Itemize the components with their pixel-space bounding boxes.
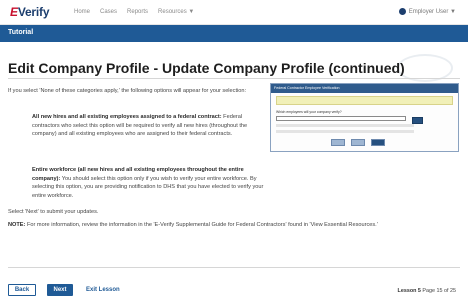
screenshot-question: Which employees will your company verify… (276, 110, 342, 114)
user-icon (398, 8, 406, 15)
screenshot-select (276, 116, 406, 121)
option-entire-workforce-body: You should select this option only if yo… (32, 175, 264, 199)
nav-home[interactable]: Home (74, 9, 90, 15)
note-text: NOTE: For more information, review the i… (8, 221, 460, 230)
title-divider (8, 78, 460, 79)
lesson-progress: Lesson 5 Page 15 of 25 (398, 288, 456, 294)
option-entire-workforce: Entire workforce (all new hires and all … (32, 166, 264, 200)
everify-logo[interactable]: EVerify (10, 5, 50, 19)
screenshot-buttons (331, 139, 385, 146)
screenshot-header-text: Federal Contractor Employee Verification (274, 86, 340, 90)
intro-text: If you select 'None of these categories … (8, 88, 247, 94)
page-counter: Page 15 of 25 (422, 288, 456, 294)
note-body: For more information, review the informa… (25, 222, 378, 228)
screenshot-cancel-button (351, 139, 365, 146)
screenshot-info-banner (276, 96, 453, 105)
nav-cases[interactable]: Cases (100, 9, 117, 15)
page-title: Edit Company Profile - Update Company Pr… (8, 60, 405, 76)
screenshot-option-line (276, 130, 414, 133)
screenshot-option-line (276, 124, 414, 127)
back-button[interactable]: Back (8, 284, 36, 296)
nav-reports[interactable]: Reports (127, 9, 148, 15)
user-menu[interactable]: Employer User ▼ (398, 8, 456, 15)
user-menu-label: Employer User ▼ (408, 8, 456, 15)
exit-lesson-link[interactable]: Exit Lesson (86, 287, 120, 293)
footer-divider (8, 267, 460, 268)
logo-check-mark: E (10, 5, 18, 19)
tutorial-label: Tutorial (8, 29, 34, 36)
screenshot-submit-button (371, 139, 385, 146)
next-button[interactable]: Next (47, 284, 73, 296)
logo-text: Verify (17, 5, 50, 19)
screenshot-highlight (412, 117, 423, 124)
lesson-number: Lesson 5 (397, 288, 421, 294)
select-next-instruction: Select 'Next' to submit your updates. (8, 209, 99, 215)
tutorial-bar: Tutorial (0, 25, 468, 42)
option-federal-contract-heading: All new hires and all existing employees… (32, 114, 222, 120)
example-screenshot: Federal Contractor Employee Verification… (270, 83, 459, 152)
top-navigation: EVerify Home Cases Reports Resources ▼ E… (0, 0, 468, 25)
note-label: NOTE: (8, 222, 26, 228)
option-federal-contract: All new hires and all existing employees… (32, 113, 262, 139)
screenshot-header: Federal Contractor Employee Verification (271, 84, 458, 93)
screenshot-back-button (331, 139, 345, 146)
nav-resources-menu[interactable]: Resources ▼ (158, 9, 194, 15)
nav-links: Home Cases Reports Resources ▼ (74, 9, 194, 15)
